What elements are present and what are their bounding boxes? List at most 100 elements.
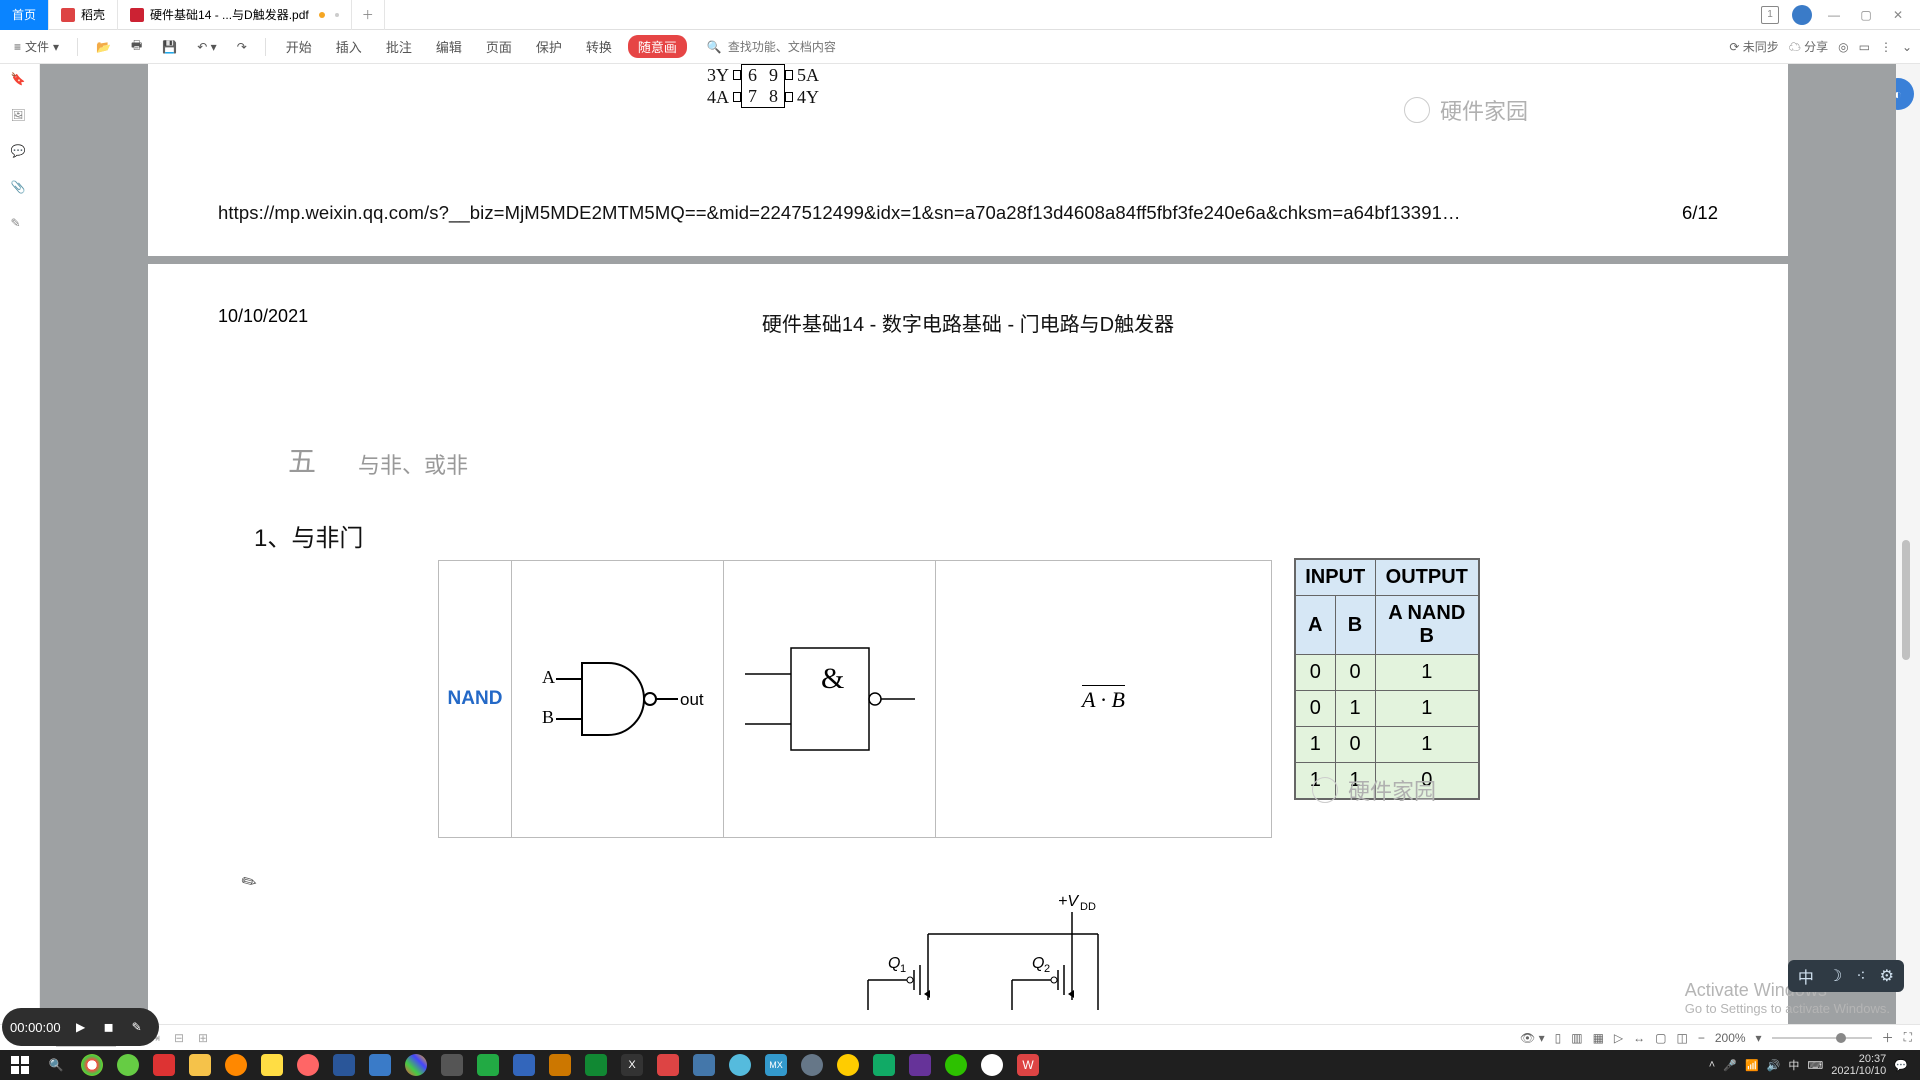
taskbar-app-sticky[interactable] [256,1052,288,1078]
taskbar-app-everything[interactable] [220,1052,252,1078]
ime-dots-icon[interactable]: ⁖ [1856,966,1865,986]
edit-button[interactable]: ✎ [129,1019,145,1035]
tray-chevron-icon[interactable]: ˄ [1709,1059,1715,1071]
ime-mode[interactable]: 中 [1798,964,1814,988]
fullscreen-icon[interactable]: ⛶ [1904,1030,1912,1045]
taskbar-app-paint[interactable] [400,1052,432,1078]
search-box[interactable]: 🔍 [707,40,908,54]
tray-keyboard-icon[interactable]: ⌨ [1807,1059,1823,1072]
bookmark-icon[interactable]: 🔖 [11,72,29,90]
taskbar-app-10[interactable] [652,1052,684,1078]
layout-double-icon[interactable]: ▦ [1593,1031,1604,1045]
taskbar-app-mx[interactable]: MX [760,1052,792,1078]
zoom-out-sq-icon[interactable]: ⊟ [170,1031,188,1045]
tool-icon-1[interactable]: ◎ [1838,40,1848,54]
taskbar-app-8[interactable] [580,1052,612,1078]
document-area[interactable]: 3Y 6 9 5A 4A 7 8 4Y 硬件家园 https://mp.weix… [40,64,1896,1042]
more-icon[interactable]: ⋮ [1880,40,1892,54]
ime-moon-icon[interactable]: ☽ [1828,966,1842,986]
menu-start[interactable]: 开始 [278,33,320,60]
taskbar-app-2[interactable] [292,1052,324,1078]
open-icon[interactable]: 📂 [90,36,117,58]
taskbar-app-explorer[interactable] [184,1052,216,1078]
tab-doc2[interactable]: 硬件基础14 - ...与D触发器.pdf [118,0,352,30]
taskbar-app-13[interactable] [796,1052,828,1078]
app-badge-icon[interactable]: 1 [1758,3,1782,27]
tray-clock[interactable]: 20:37 2021/10/10 [1831,1053,1886,1077]
ime-toolbar[interactable]: 中 ☽ ⁖ ⚙ [1788,960,1904,992]
taskbar-app-excel[interactable] [868,1052,900,1078]
minimize-button[interactable]: — [1822,3,1846,27]
tray-notif-icon[interactable]: 💬 [1894,1059,1908,1072]
search-input[interactable] [728,40,908,54]
sub-heading: 1、与非门 [254,518,363,553]
taskbar-app-1[interactable] [148,1052,180,1078]
taskbar-app-5[interactable] [472,1052,504,1078]
sync-status[interactable]: ⟳ 未同步 [1729,38,1778,55]
tray-mic-icon[interactable]: 🎤 [1723,1059,1737,1072]
play-icon[interactable]: ▷ [1614,1031,1623,1045]
tray-network-icon[interactable]: 📶 [1745,1059,1759,1072]
zoom-slider[interactable] [1772,1037,1872,1039]
crop-icon[interactable]: ◫ [1676,1031,1687,1045]
menu-freehand[interactable]: 随意画 [628,35,687,58]
layout-single-icon[interactable]: ▯ [1555,1031,1562,1045]
taskbar-app-12[interactable] [724,1052,756,1078]
taskbar-app-15[interactable] [976,1052,1008,1078]
system-tray[interactable]: ˄ 🎤 📶 🔊 中 ⌨ 20:37 2021/10/10 💬 [1709,1053,1916,1077]
save-icon[interactable]: 💾 [156,36,183,58]
tool-icon-2[interactable]: ▭ [1859,40,1870,54]
zoom-in-sq-icon[interactable]: ⊞ [194,1031,212,1045]
taskbar-app-chrome[interactable] [76,1052,108,1078]
taskbar-app-3[interactable] [364,1052,396,1078]
maximize-button[interactable]: ▢ [1854,3,1878,27]
tab-new[interactable]: ＋ [352,0,385,30]
taskbar-app-14[interactable] [832,1052,864,1078]
avatar-icon[interactable] [1790,3,1814,27]
tray-volume-icon[interactable]: 🔊 [1767,1059,1781,1072]
ime-gear-icon[interactable]: ⚙ [1880,966,1894,986]
vertical-scrollbar[interactable] [1898,64,1912,1042]
layout-cont-icon[interactable]: ▥ [1571,1031,1582,1045]
chevron-down-icon[interactable]: ⌄ [1902,40,1912,54]
start-button[interactable] [4,1052,36,1078]
taskbar-app-vs[interactable] [904,1052,936,1078]
taskbar-app-wps[interactable]: W [1012,1052,1044,1078]
undo-icon[interactable]: ↶ ▾ [191,36,222,58]
eye-icon[interactable]: 👁 ▾ [1520,1031,1545,1045]
tab-home[interactable]: 首页 [0,0,49,30]
menu-edit[interactable]: 编辑 [428,33,470,60]
stamp-icon[interactable]: ✎ [11,216,29,234]
zoom-out-button[interactable]: − [1698,1031,1705,1045]
taskbar-app-word[interactable] [328,1052,360,1078]
print-icon[interactable]: 🖶 [125,32,148,61]
taskbar-app-6[interactable] [508,1052,540,1078]
menu-page[interactable]: 页面 [478,33,520,60]
taskbar-app-7[interactable] [544,1052,576,1078]
menu-annotate[interactable]: 批注 [378,33,420,60]
share-button[interactable]: ☁ 分享 [1789,38,1828,55]
hamburger-menu[interactable]: ≡ 文件 ▾ [8,34,65,59]
zoom-in-button[interactable]: ＋ [1882,1029,1894,1046]
watermark-1: 硬件家园 [1404,94,1528,126]
tab-doc1[interactable]: 稻壳 [49,0,118,30]
comment-icon[interactable]: 💬 [11,144,29,162]
taskbar-app-11[interactable] [688,1052,720,1078]
stop-button[interactable]: ◼ [101,1019,117,1035]
search-taskbar-icon[interactable]: 🔍 [40,1052,72,1078]
attachment-icon[interactable]: 📎 [11,180,29,198]
tray-ime[interactable]: 中 [1788,1057,1799,1073]
menu-protect[interactable]: 保护 [528,33,570,60]
menu-insert[interactable]: 插入 [328,33,370,60]
fit-width-icon[interactable]: ↔ [1633,1031,1645,1045]
redo-icon[interactable]: ↷ [231,36,253,58]
fit-page-icon[interactable]: ▢ [1655,1031,1666,1045]
close-button[interactable]: ✕ [1886,3,1910,27]
taskbar-app-wechat[interactable] [940,1052,972,1078]
image-icon[interactable]: 🖼 [11,108,29,126]
play-button[interactable]: ▶ [73,1019,89,1035]
taskbar-app-4[interactable] [436,1052,468,1078]
taskbar-app-edge[interactable] [112,1052,144,1078]
taskbar-app-9[interactable]: X [616,1052,648,1078]
menu-convert[interactable]: 转换 [578,33,620,60]
